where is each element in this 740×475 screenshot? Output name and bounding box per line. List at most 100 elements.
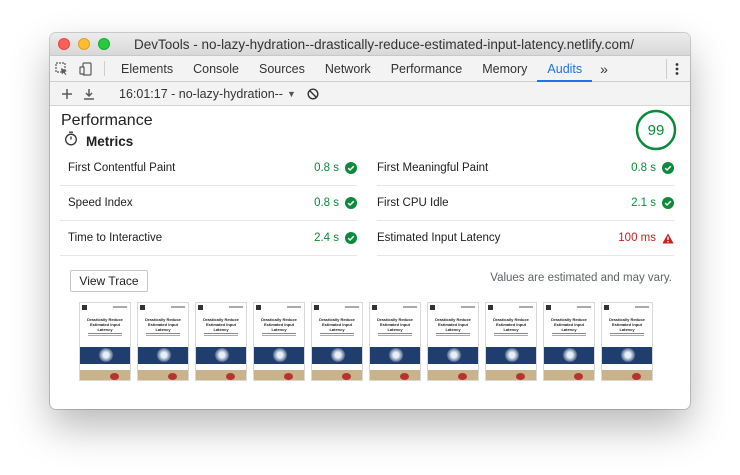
metric-name: Speed Index — [68, 197, 133, 209]
add-icon[interactable] — [56, 88, 78, 100]
minimize-window-button[interactable] — [78, 38, 90, 50]
frame-image-secondary — [602, 370, 652, 380]
frame-image-secondary — [138, 370, 188, 380]
metric-name: First Contentful Paint — [68, 162, 176, 174]
metric-item: First Contentful Paint 0.8 s — [60, 151, 357, 186]
metric-item: First Meaningful Paint 0.8 s — [377, 151, 674, 186]
metric-value: 0.8 s — [314, 162, 339, 174]
frame-subtitle — [610, 333, 644, 334]
session-select[interactable]: 16:01:17 - no-lazy-hydration-- ▼ — [113, 87, 302, 101]
traffic-lights — [58, 38, 110, 50]
frame-header — [602, 303, 652, 315]
frame-image-secondary — [370, 370, 420, 380]
metrics-row: Speed Index 0.8 s First CPU Idle 2.1 s — [60, 186, 674, 221]
more-tabs-button[interactable]: » — [592, 56, 616, 81]
metric-value: 2.4 s — [314, 232, 339, 244]
tab-network[interactable]: Network — [315, 56, 381, 81]
frame-nav — [113, 306, 127, 308]
filmstrip-frame: Drastically Reduce Estimated Input Laten… — [601, 302, 653, 381]
frame-image — [602, 347, 652, 364]
frame-logo-icon — [82, 305, 87, 310]
frame-logo-icon — [546, 305, 551, 310]
tab-performance[interactable]: Performance — [381, 56, 473, 81]
frame-logo-icon — [430, 305, 435, 310]
metrics-row: Time to Interactive 2.4 s Estimated Inpu… — [60, 221, 674, 256]
frame-logo-icon — [198, 305, 203, 310]
metric-name: First CPU Idle — [377, 197, 449, 209]
stopwatch-icon — [64, 131, 78, 151]
frame-image-secondary — [196, 370, 246, 380]
tab-elements[interactable]: Elements — [111, 56, 183, 81]
devtools-tab-bar: Elements Console Sources Network Perform… — [50, 56, 690, 82]
frame-image-secondary — [486, 370, 536, 380]
frame-text: Drastically Reduce Estimated Input Laten… — [319, 317, 355, 332]
metric-name: Estimated Input Latency — [377, 232, 501, 244]
frame-image-secondary — [312, 370, 362, 380]
filmstrip-frame: Drastically Reduce Estimated Input Laten… — [311, 302, 363, 381]
warning-triangle-icon — [662, 233, 674, 243]
audits-toolbar: 16:01:17 - no-lazy-hydration-- ▼ — [50, 82, 690, 106]
frame-image — [370, 347, 420, 364]
audit-report: Performance 99 Metrics First Contentful … — [50, 106, 690, 382]
frame-text: Drastically Reduce Estimated Input Laten… — [145, 317, 181, 332]
frame-subtitle — [378, 333, 412, 334]
frame-nav — [635, 306, 649, 308]
filmstrip-frame: Drastically Reduce Estimated Input Laten… — [79, 302, 131, 381]
frame-nav — [577, 306, 591, 308]
frame-subtitle — [88, 333, 122, 334]
metric-name: Time to Interactive — [68, 232, 163, 244]
device-toolbar-icon[interactable] — [74, 56, 98, 81]
filmstrip-frame: Drastically Reduce Estimated Input Laten… — [427, 302, 479, 381]
close-window-button[interactable] — [58, 38, 70, 50]
tab-console[interactable]: Console — [183, 56, 249, 81]
filmstrip-frame: Drastically Reduce Estimated Input Laten… — [369, 302, 421, 381]
frame-subtitle — [494, 333, 528, 334]
frame-text: Drastically Reduce Estimated Input Laten… — [435, 317, 471, 332]
frame-nav — [519, 306, 533, 308]
frame-nav — [345, 306, 359, 308]
frame-text: Drastically Reduce Estimated Input Laten… — [551, 317, 587, 332]
frame-image — [428, 347, 478, 364]
devtools-window: DevTools - no-lazy-hydration--drasticall… — [50, 33, 690, 409]
customize-menu-icon[interactable] — [666, 59, 686, 79]
check-circle-icon — [345, 232, 357, 244]
frame-text: Drastically Reduce Estimated Input Laten… — [493, 317, 529, 332]
frame-image — [312, 347, 362, 364]
frame-header — [196, 303, 246, 315]
metric-value-wrap: 2.4 s — [314, 232, 357, 244]
metric-value: 0.8 s — [314, 197, 339, 209]
metric-item: Estimated Input Latency 100 ms — [377, 221, 674, 256]
frame-image — [486, 347, 536, 364]
filmstrip-frame: Drastically Reduce Estimated Input Laten… — [485, 302, 537, 381]
frame-subtitle — [552, 333, 586, 334]
metric-value-wrap: 0.8 s — [631, 162, 674, 174]
frame-nav — [171, 306, 185, 308]
session-label: 16:01:17 - no-lazy-hydration-- — [119, 86, 283, 101]
metric-value: 100 ms — [618, 232, 656, 244]
zoom-window-button[interactable] — [98, 38, 110, 50]
frame-logo-icon — [488, 305, 493, 310]
inspect-element-icon[interactable] — [50, 56, 74, 81]
check-circle-icon — [345, 162, 357, 174]
frame-logo-icon — [140, 305, 145, 310]
metrics-label: Metrics — [86, 133, 134, 149]
frame-header — [370, 303, 420, 315]
estimate-note: Values are estimated and may vary. — [490, 272, 672, 284]
chevron-down-icon: ▼ — [286, 88, 296, 99]
frame-logo-icon — [604, 305, 609, 310]
clear-icon[interactable] — [302, 87, 324, 100]
tab-memory[interactable]: Memory — [472, 56, 537, 81]
tab-audits[interactable]: Audits — [537, 56, 592, 82]
frame-text: Drastically Reduce Estimated Input Laten… — [261, 317, 297, 332]
tab-sources[interactable]: Sources — [249, 56, 315, 81]
frame-nav — [229, 306, 243, 308]
metric-value-wrap: 2.1 s — [631, 197, 674, 209]
frame-header — [428, 303, 478, 315]
frame-header — [486, 303, 536, 315]
frame-header — [544, 303, 594, 315]
window-title: DevTools - no-lazy-hydration--drasticall… — [134, 36, 634, 52]
filmstrip-frame: Drastically Reduce Estimated Input Laten… — [137, 302, 189, 381]
download-icon[interactable] — [78, 88, 100, 100]
view-trace-button[interactable]: View Trace — [70, 270, 148, 292]
frame-text: Drastically Reduce Estimated Input Laten… — [203, 317, 239, 332]
